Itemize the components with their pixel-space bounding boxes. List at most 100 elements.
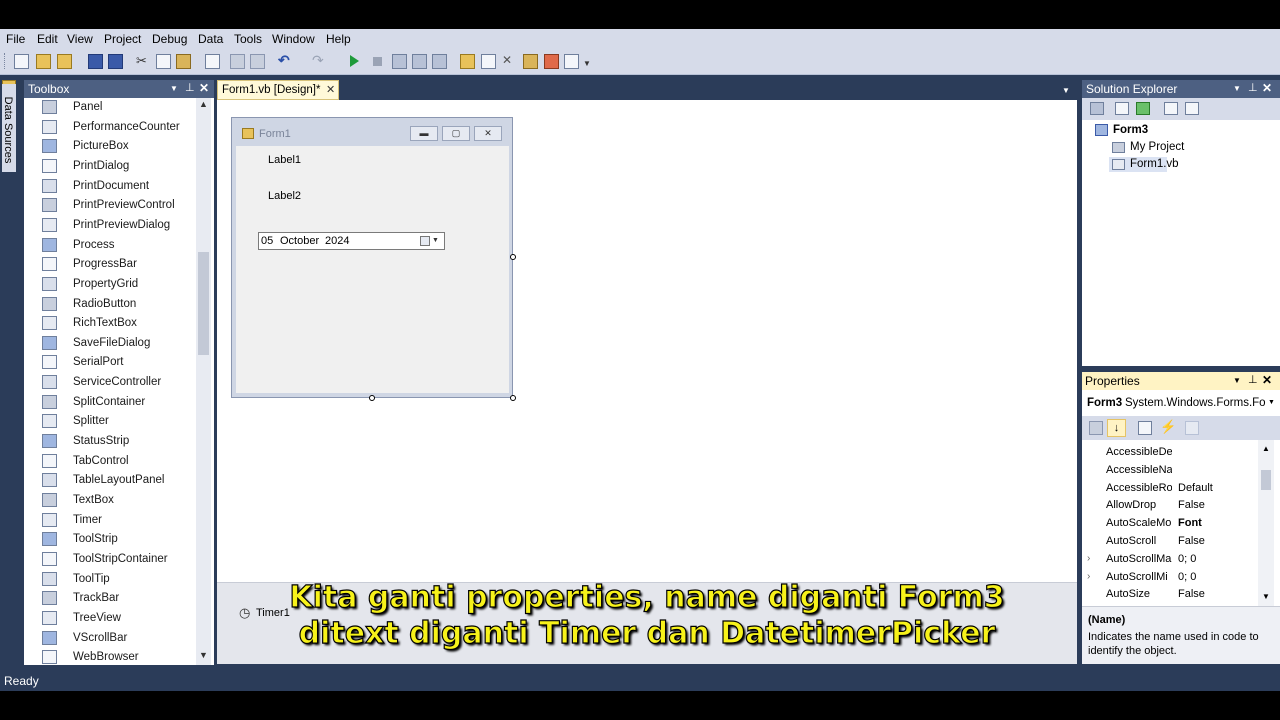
menu-data[interactable]: Data	[198, 32, 223, 46]
menu-project[interactable]: Project	[104, 32, 141, 46]
toolbox-item-propertygrid[interactable]: PropertyGrid	[24, 275, 194, 294]
toolbox-scroll-thumb[interactable]	[198, 252, 209, 355]
properties-window-icon[interactable]	[481, 54, 496, 69]
tab-list-chevron-down-icon[interactable]: ▼	[1062, 86, 1070, 95]
property-row[interactable]: AutoScrollMa 0; 0	[1082, 549, 1258, 567]
sol-properties-icon[interactable]	[1090, 102, 1104, 115]
label1-control[interactable]: Label1	[268, 154, 301, 166]
redo-icon[interactable]: ↷	[312, 53, 325, 67]
toolbox-item-splitcontainer[interactable]: SplitContainer	[24, 393, 194, 412]
toolbox-scrollbar[interactable]: ▲ ▼	[196, 98, 211, 665]
property-grid-scrollbar[interactable]: ▲ ▼	[1258, 440, 1274, 606]
step-over-icon[interactable]	[412, 54, 427, 69]
toolbar-options-chevron-down-icon[interactable]: ▼	[583, 57, 596, 70]
toolbox-item-servicecontroller[interactable]: ServiceController	[24, 373, 194, 392]
properties-view-icon[interactable]	[1138, 421, 1152, 435]
toolbox-item-toolstrip[interactable]: ToolStrip	[24, 530, 194, 549]
toolbox-item-statusstrip[interactable]: StatusStrip	[24, 432, 194, 451]
sol-close-icon[interactable]: ✕	[1262, 81, 1272, 95]
object-selector-chevron-down-icon[interactable]: ▼	[1268, 399, 1275, 406]
property-value[interactable]: False	[1178, 588, 1205, 600]
prop-close-icon[interactable]: ✕	[1262, 373, 1272, 387]
expand-autoscrollmargin-icon[interactable]: ›	[1087, 553, 1090, 564]
toolbox-icon[interactable]	[523, 54, 538, 69]
toolbox-item-printpreviewcontrol[interactable]: PrintPreviewControl	[24, 196, 194, 215]
save-icon[interactable]	[88, 54, 103, 69]
toolbox-item-textbox[interactable]: TextBox	[24, 491, 194, 510]
prop-dropdown-chevron-down-icon[interactable]: ▼	[1233, 376, 1241, 385]
tree-project-node[interactable]: Form3	[1113, 124, 1148, 136]
scroll-down-chevron-icon[interactable]: ▼	[199, 650, 208, 660]
toolbox-item-savefiledialog[interactable]: SaveFileDialog	[24, 334, 194, 353]
toolbox-item-printdocument[interactable]: PrintDocument	[24, 177, 194, 196]
property-row[interactable]: AccessibleNa	[1082, 460, 1258, 478]
show-all-files-icon[interactable]	[1115, 102, 1129, 115]
menu-tools[interactable]: Tools	[234, 32, 262, 46]
object-browser-icon[interactable]: ✕	[502, 54, 515, 67]
property-row[interactable]: AutoScaleMo Font	[1082, 513, 1258, 531]
toolbox-close-icon[interactable]: ✕	[199, 81, 209, 95]
menu-window[interactable]: Window	[272, 32, 315, 46]
sol-dropdown-chevron-down-icon[interactable]: ▼	[1233, 84, 1241, 93]
form-client-area[interactable]	[236, 146, 509, 393]
tree-my-project[interactable]: My Project	[1130, 141, 1184, 153]
property-row[interactable]: AutoScrollMi 0; 0	[1082, 567, 1258, 585]
toolbox-item-treeview[interactable]: TreeView	[24, 609, 194, 628]
add-item-icon[interactable]	[57, 54, 72, 69]
label2-control[interactable]: Label2	[268, 190, 301, 202]
copy-icon[interactable]	[156, 54, 171, 69]
resize-handle-corner[interactable]	[510, 395, 516, 401]
cut-icon[interactable]: ✂	[136, 54, 149, 67]
datetimepicker-control[interactable]: 05 October 2024 ▼	[258, 232, 445, 250]
toolbox-pin-icon[interactable]: ⊥	[185, 81, 195, 94]
save-all-icon[interactable]	[108, 54, 123, 69]
toolbar-grip[interactable]	[4, 53, 8, 69]
step-out-icon[interactable]	[432, 54, 447, 69]
step-into-icon[interactable]	[392, 54, 407, 69]
resize-handle-bottom[interactable]	[369, 395, 375, 401]
undo-icon[interactable]: ↶	[278, 53, 291, 67]
toolbox-item-serialport[interactable]: SerialPort	[24, 353, 194, 372]
menu-help[interactable]: Help	[326, 32, 351, 46]
calendar-icon[interactable]	[420, 236, 430, 246]
open-folder-icon[interactable]	[36, 54, 51, 69]
property-value[interactable]: 0; 0	[1178, 553, 1196, 565]
view-code-icon[interactable]	[1164, 102, 1178, 115]
toolbox-item-printpreviewdialog[interactable]: PrintPreviewDialog	[24, 216, 194, 235]
view-designer-icon[interactable]	[1185, 102, 1199, 115]
new-project-icon[interactable]	[14, 54, 29, 69]
property-pages-icon[interactable]	[1185, 421, 1199, 435]
toolbox-item-printdialog[interactable]: PrintDialog	[24, 157, 194, 176]
menu-debug[interactable]: Debug	[152, 32, 187, 46]
toolbox-item-trackbar[interactable]: TrackBar	[24, 589, 194, 608]
toolbox-item-richtextbox[interactable]: RichTextBox	[24, 314, 194, 333]
toolbox-item-progressbar[interactable]: ProgressBar	[24, 255, 194, 274]
prop-scroll-down-chevron-icon[interactable]: ▼	[1262, 592, 1270, 601]
property-value[interactable]: 0; 0	[1178, 571, 1196, 583]
toolbox-item-process[interactable]: Process	[24, 236, 194, 255]
toolbox-item-tooltip[interactable]: ToolTip	[24, 570, 194, 589]
toolbox-item-tablelayoutpanel[interactable]: TableLayoutPanel	[24, 471, 194, 490]
resize-handle-right[interactable]	[510, 254, 516, 260]
menu-file[interactable]: File	[6, 32, 25, 46]
property-value[interactable]: False	[1178, 499, 1205, 511]
find-icon[interactable]	[205, 54, 220, 69]
sol-pin-icon[interactable]: ⊥	[1248, 81, 1258, 94]
expand-autoscrollminsize-icon[interactable]: ›	[1087, 571, 1090, 582]
alphabetical-icon[interactable]: ↓	[1107, 419, 1126, 437]
property-row[interactable]: AccessibleDe	[1082, 442, 1258, 460]
events-lightning-icon[interactable]: ⚡	[1160, 419, 1176, 435]
property-value[interactable]: False	[1178, 535, 1205, 547]
toolbox-item-performancecounter[interactable]: PerformanceCounter	[24, 118, 194, 137]
tree-form1-vb[interactable]: Form1.vb	[1130, 158, 1179, 170]
menu-view[interactable]: View	[67, 32, 93, 46]
window-layout-icon[interactable]	[564, 54, 579, 69]
tab-close-icon[interactable]: ✕	[326, 83, 335, 96]
property-row[interactable]: AutoSize False	[1082, 584, 1258, 602]
stop-icon[interactable]	[373, 57, 382, 66]
toolbox-dropdown-chevron-down-icon[interactable]: ▼	[170, 84, 178, 93]
paste-icon[interactable]	[176, 54, 191, 69]
toolbox-item-panel[interactable]: Panel	[24, 98, 194, 117]
property-row[interactable]: AllowDrop False	[1082, 495, 1258, 513]
object-selector[interactable]: Form3 System.Windows.Forms.Fo ▼	[1082, 390, 1280, 416]
